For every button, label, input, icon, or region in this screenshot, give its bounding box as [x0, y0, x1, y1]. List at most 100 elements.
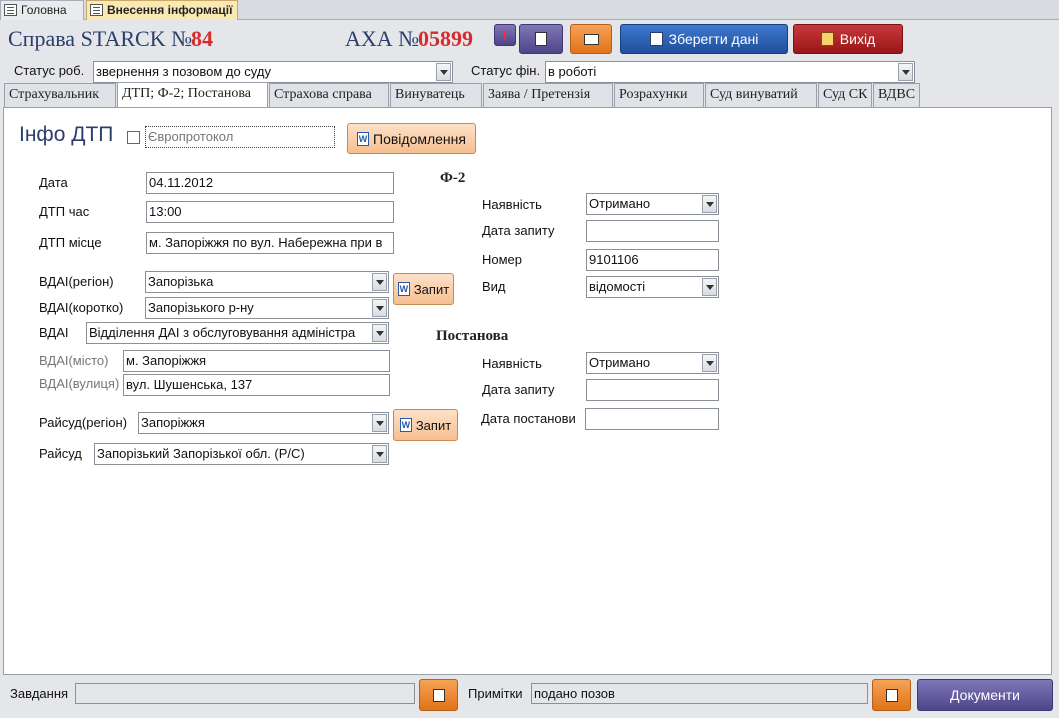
- vdai-select[interactable]: Відділення ДАІ з обслуговування адмініст…: [86, 322, 389, 344]
- notes-field[interactable]: подано позов: [531, 683, 868, 704]
- f2-type-label: Вид: [482, 279, 506, 294]
- vdai-street-label: ВДАІ(вулиця): [39, 376, 120, 391]
- vdai-short-select[interactable]: Запорізького р-ну: [145, 297, 389, 319]
- clipboard-button[interactable]: [519, 24, 563, 54]
- court-region-label: Райсуд(регіон): [39, 415, 128, 430]
- vdai-region-select[interactable]: Запорізька: [145, 271, 389, 293]
- case-number: 84: [191, 26, 213, 51]
- date-field[interactable]: 04.11.2012: [146, 172, 394, 194]
- doc-tab-home[interactable]: Головна: [0, 0, 84, 20]
- case-title: Справа STARCK №: [8, 26, 193, 51]
- tab-culprit[interactable]: Винуватець: [390, 83, 482, 107]
- chevron-down-icon[interactable]: [372, 324, 387, 342]
- decree-request-date-field[interactable]: [586, 379, 719, 401]
- exit-button[interactable]: Вихід: [793, 24, 903, 54]
- save-button-label: Зберегти дані: [668, 31, 759, 47]
- work-status-value: звернення з позовом до суду: [96, 64, 271, 79]
- vdai-region-value: Запорізька: [148, 274, 214, 289]
- chevron-down-icon[interactable]: [372, 273, 387, 291]
- vdai-value: Відділення ДАІ з обслуговування адмініст…: [89, 325, 356, 340]
- chevron-down-icon[interactable]: [372, 299, 387, 317]
- chevron-down-icon[interactable]: [372, 445, 387, 463]
- court-select[interactable]: Запорізький Запорізької обл. (Р/С): [94, 443, 389, 465]
- decree-title: Постанова: [436, 328, 509, 344]
- decree-presence-select[interactable]: Отримано: [586, 352, 719, 374]
- documents-button-label: Документи: [950, 687, 1020, 703]
- note-icon: [885, 688, 898, 702]
- tab-claim[interactable]: Заява / Претензія: [483, 83, 613, 107]
- f2-type-select[interactable]: відомості: [586, 276, 719, 298]
- documents-button[interactable]: Документи: [917, 679, 1053, 711]
- tab-accident[interactable]: ДТП; Ф-2; Постанова: [117, 82, 268, 108]
- f2-presence-label: Наявність: [482, 197, 542, 212]
- chevron-down-icon[interactable]: [702, 195, 717, 213]
- chevron-down-icon[interactable]: [702, 354, 717, 372]
- tab-insured[interactable]: Страхувальник: [4, 83, 116, 107]
- note-icon: [432, 688, 445, 702]
- f2-title: Ф-2: [440, 170, 466, 186]
- time-label: ДТП час: [39, 204, 90, 219]
- chevron-down-icon[interactable]: [898, 63, 913, 81]
- vdai-street-field[interactable]: вул. Шушенська, 137: [123, 374, 390, 396]
- exit-button-label: Вихід: [839, 31, 876, 47]
- alert-button[interactable]: !: [494, 24, 516, 46]
- task-field[interactable]: [75, 683, 415, 704]
- place-field[interactable]: м. Запоріжжя по вул. Набережна при в: [146, 232, 394, 254]
- vdai-city-field[interactable]: м. Запоріжжя: [123, 350, 390, 372]
- form-icon: [90, 4, 103, 16]
- court-region-select[interactable]: Запоріжжя: [138, 412, 389, 434]
- fin-status-label: Статус фін.: [471, 63, 541, 78]
- vdai-request-label: Запит: [413, 281, 450, 297]
- tab-court-culprit[interactable]: Суд винуватий: [705, 83, 817, 107]
- exclamation-icon: !: [502, 27, 508, 43]
- save-button[interactable]: Зберегти дані: [620, 24, 788, 54]
- decree-date-field[interactable]: [585, 408, 719, 430]
- time-field[interactable]: 13:00: [146, 201, 394, 223]
- task-edit-button[interactable]: [419, 679, 458, 711]
- tab-insurance-case[interactable]: Страхова справа: [269, 83, 389, 107]
- card-icon: [583, 33, 599, 45]
- court-label: Райсуд: [39, 446, 82, 461]
- f2-number-label: Номер: [482, 252, 523, 267]
- tab-court-ic[interactable]: Суд СК: [818, 83, 872, 107]
- doc-tab-home-label: Головна: [21, 3, 67, 17]
- f2-presence-select[interactable]: Отримано: [586, 193, 719, 215]
- vdai-city-label: ВДАІ(місто): [39, 353, 109, 368]
- decree-request-date-label: Дата запиту: [482, 382, 555, 397]
- f2-type-value: відомості: [589, 279, 646, 294]
- info-dtp-title: Інфо ДТП: [19, 123, 114, 146]
- f2-request-date-field[interactable]: [586, 220, 719, 242]
- chevron-down-icon[interactable]: [372, 414, 387, 432]
- place-label: ДТП місце: [39, 235, 102, 250]
- europrotocol-label[interactable]: Європротокол: [145, 126, 335, 148]
- europrotocol-checkbox[interactable]: [127, 131, 140, 144]
- vdai-label: ВДАІ: [39, 325, 69, 340]
- word-document-icon: W: [397, 282, 410, 296]
- decree-date-label: Дата постанови: [481, 411, 576, 426]
- notes-label: Примітки: [468, 686, 523, 701]
- vdai-region-label: ВДАІ(регіон): [39, 274, 114, 289]
- clipboard-icon: [535, 32, 547, 46]
- notification-button[interactable]: W Повідомлення: [347, 123, 476, 154]
- form-icon: [4, 4, 17, 16]
- axa-number: 05899: [418, 26, 473, 51]
- word-document-icon: W: [357, 131, 369, 146]
- chevron-down-icon[interactable]: [436, 63, 451, 81]
- decree-presence-label: Наявність: [482, 356, 542, 371]
- fin-status-value: в роботі: [548, 64, 597, 79]
- vdai-request-button[interactable]: W Запит: [393, 273, 454, 305]
- court-request-button[interactable]: W Запит: [393, 409, 458, 441]
- task-label: Завдання: [10, 686, 69, 701]
- notes-edit-button[interactable]: [872, 679, 911, 711]
- work-status-label: Статус роб.: [14, 63, 85, 78]
- tab-vdvs[interactable]: ВДВС: [873, 83, 920, 107]
- chevron-down-icon[interactable]: [702, 278, 717, 296]
- doc-tab-data-entry[interactable]: Внесення інформації: [86, 0, 238, 20]
- word-document-icon: W: [399, 418, 412, 432]
- card-button[interactable]: [570, 24, 612, 54]
- f2-number-field[interactable]: 9101106: [586, 249, 719, 271]
- fin-status-select[interactable]: в роботі: [545, 61, 915, 83]
- f2-presence-value: Отримано: [589, 196, 651, 211]
- work-status-select[interactable]: звернення з позовом до суду: [93, 61, 453, 83]
- tab-calculations[interactable]: Розрахунки: [614, 83, 704, 107]
